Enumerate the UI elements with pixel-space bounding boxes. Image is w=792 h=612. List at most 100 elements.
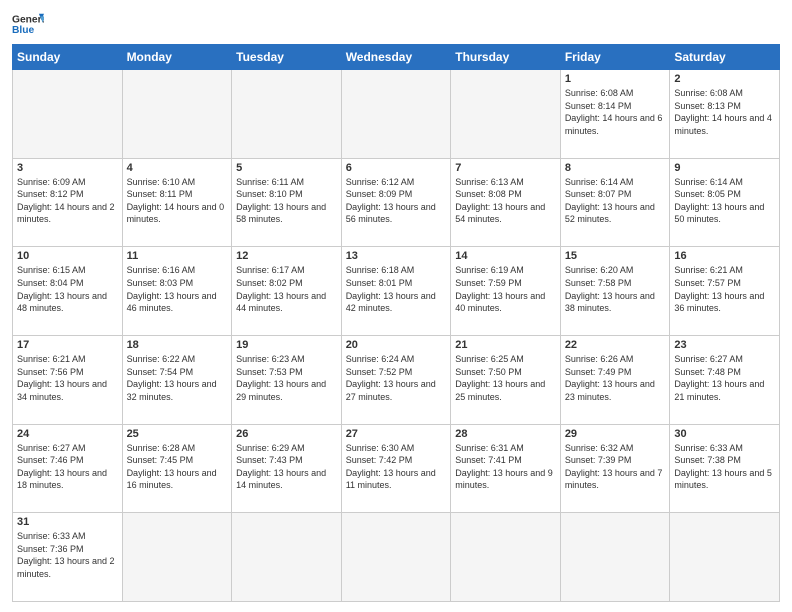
day-info: Sunrise: 6:18 AMSunset: 8:01 PMDaylight:… [346,264,447,314]
col-header-thursday: Thursday [451,45,561,70]
calendar-cell: 8Sunrise: 6:14 AMSunset: 8:07 PMDaylight… [560,158,670,247]
page: General Blue SundayMondayTuesdayWednesda… [0,0,792,612]
day-info: Sunrise: 6:27 AMSunset: 7:48 PMDaylight:… [674,353,775,403]
day-info: Sunrise: 6:12 AMSunset: 8:09 PMDaylight:… [346,176,447,226]
day-info: Sunrise: 6:30 AMSunset: 7:42 PMDaylight:… [346,442,447,492]
col-header-monday: Monday [122,45,232,70]
calendar-cell: 14Sunrise: 6:19 AMSunset: 7:59 PMDayligh… [451,247,561,336]
calendar-cell: 29 Sunrise: 6:32 AMSunset: 7:39 PMDayligh… [560,424,670,513]
calendar-cell [341,70,451,159]
day-number: 13 [346,250,447,262]
week-row-5: 31 Sunrise: 6:33 AMSunset: 7:36 PMDayligh… [13,513,780,602]
col-header-saturday: Saturday [670,45,780,70]
calendar-cell [122,70,232,159]
day-number: 25 [127,428,228,440]
day-info: Sunrise: 6:16 AMSunset: 8:03 PMDaylight:… [127,264,228,314]
calendar-cell: 16Sunrise: 6:21 AMSunset: 7:57 PMDayligh… [670,247,780,336]
day-info: Sunrise: 6:21 AMSunset: 7:57 PMDaylight:… [674,264,775,314]
day-info: Sunrise: 6:27 AMSunset: 7:46 PMDaylight:… [17,442,118,492]
day-info: Sunrise: 6:33 AMSunset: 7:38 PMDaylight:… [674,442,775,492]
day-number: 5 [236,162,337,174]
day-info: Sunrise: 6:24 AMSunset: 7:52 PMDaylight:… [346,353,447,403]
calendar-cell [122,513,232,602]
day-info: Sunrise: 6:23 AMSunset: 7:53 PMDaylight:… [236,353,337,403]
day-number: 23 [674,339,775,351]
calendar-cell: 5Sunrise: 6:11 AMSunset: 8:10 PMDaylight… [232,158,342,247]
calendar-cell [232,513,342,602]
day-number: 31 [17,516,118,528]
calendar-cell: 6 Sunrise: 6:12 AMSunset: 8:09 PMDaylight… [341,158,451,247]
day-number: 8 [565,162,666,174]
week-row-0: 1 Sunrise: 6:08 AMSunset: 8:14 PMDaylight… [13,70,780,159]
calendar-cell [341,513,451,602]
calendar-cell: 27 Sunrise: 6:30 AMSunset: 7:42 PMDayligh… [341,424,451,513]
calendar-cell: 3 Sunrise: 6:09 AMSunset: 8:12 PMDaylight… [13,158,123,247]
day-info: Sunrise: 6:17 AMSunset: 8:02 PMDaylight:… [236,264,337,314]
calendar-cell: 9Sunrise: 6:14 AMSunset: 8:05 PMDaylight… [670,158,780,247]
calendar-cell [232,70,342,159]
day-info: Sunrise: 6:19 AMSunset: 7:59 PMDaylight:… [455,264,556,314]
day-number: 30 [674,428,775,440]
day-info: Sunrise: 6:15 AMSunset: 8:04 PMDaylight:… [17,264,118,314]
calendar-cell: 26 Sunrise: 6:29 AMSunset: 7:43 PMDayligh… [232,424,342,513]
col-header-sunday: Sunday [13,45,123,70]
day-number: 21 [455,339,556,351]
day-info: Sunrise: 6:31 AMSunset: 7:41 PMDaylight:… [455,442,556,492]
day-info: Sunrise: 6:33 AMSunset: 7:36 PMDaylight:… [17,530,118,580]
calendar-cell: 7 Sunrise: 6:13 AMSunset: 8:08 PMDaylight… [451,158,561,247]
day-number: 20 [346,339,447,351]
day-info: Sunrise: 6:10 AMSunset: 8:11 PMDaylight:… [127,176,228,226]
day-info: Sunrise: 6:08 AMSunset: 8:13 PMDaylight:… [674,87,775,137]
day-number: 18 [127,339,228,351]
calendar-cell: 24 Sunrise: 6:27 AMSunset: 7:46 PMDayligh… [13,424,123,513]
col-header-tuesday: Tuesday [232,45,342,70]
day-number: 12 [236,250,337,262]
calendar-cell: 1 Sunrise: 6:08 AMSunset: 8:14 PMDaylight… [560,70,670,159]
day-number: 26 [236,428,337,440]
day-info: Sunrise: 6:21 AMSunset: 7:56 PMDaylight:… [17,353,118,403]
day-info: Sunrise: 6:08 AMSunset: 8:14 PMDaylight:… [565,87,666,137]
day-number: 4 [127,162,228,174]
calendar-cell: 12 Sunrise: 6:17 AMSunset: 8:02 PMDayligh… [232,247,342,336]
day-number: 10 [17,250,118,262]
calendar-cell [451,513,561,602]
day-info: Sunrise: 6:13 AMSunset: 8:08 PMDaylight:… [455,176,556,226]
day-number: 24 [17,428,118,440]
day-info: Sunrise: 6:32 AMSunset: 7:39 PMDaylight:… [565,442,666,492]
calendar-cell: 15Sunrise: 6:20 AMSunset: 7:58 PMDayligh… [560,247,670,336]
calendar-cell [451,70,561,159]
week-row-1: 3 Sunrise: 6:09 AMSunset: 8:12 PMDaylight… [13,158,780,247]
day-number: 29 [565,428,666,440]
calendar-cell: 10 Sunrise: 6:15 AMSunset: 8:04 PMDayligh… [13,247,123,336]
day-number: 1 [565,73,666,85]
day-number: 28 [455,428,556,440]
calendar-cell: 19 Sunrise: 6:23 AMSunset: 7:53 PMDayligh… [232,335,342,424]
calendar-cell [670,513,780,602]
day-info: Sunrise: 6:29 AMSunset: 7:43 PMDaylight:… [236,442,337,492]
day-number: 22 [565,339,666,351]
day-info: Sunrise: 6:26 AMSunset: 7:49 PMDaylight:… [565,353,666,403]
general-blue-logo-icon: General Blue [12,10,44,38]
day-number: 19 [236,339,337,351]
day-number: 2 [674,73,775,85]
col-header-wednesday: Wednesday [341,45,451,70]
day-number: 3 [17,162,118,174]
calendar-cell: 11 Sunrise: 6:16 AMSunset: 8:03 PMDayligh… [122,247,232,336]
week-row-2: 10 Sunrise: 6:15 AMSunset: 8:04 PMDayligh… [13,247,780,336]
calendar-cell: 18Sunrise: 6:22 AMSunset: 7:54 PMDayligh… [122,335,232,424]
calendar-cell: 23 Sunrise: 6:27 AMSunset: 7:48 PMDayligh… [670,335,780,424]
calendar-cell [13,70,123,159]
calendar-cell [560,513,670,602]
calendar-cell: 30 Sunrise: 6:33 AMSunset: 7:38 PMDayligh… [670,424,780,513]
day-number: 27 [346,428,447,440]
calendar-cell: 17Sunrise: 6:21 AMSunset: 7:56 PMDayligh… [13,335,123,424]
calendar-cell: 22 Sunrise: 6:26 AMSunset: 7:49 PMDayligh… [560,335,670,424]
day-info: Sunrise: 6:14 AMSunset: 8:05 PMDaylight:… [674,176,775,226]
day-number: 7 [455,162,556,174]
calendar-cell: 13 Sunrise: 6:18 AMSunset: 8:01 PMDayligh… [341,247,451,336]
day-info: Sunrise: 6:25 AMSunset: 7:50 PMDaylight:… [455,353,556,403]
day-number: 6 [346,162,447,174]
logo: General Blue [12,10,44,38]
day-number: 11 [127,250,228,262]
day-info: Sunrise: 6:09 AMSunset: 8:12 PMDaylight:… [17,176,118,226]
